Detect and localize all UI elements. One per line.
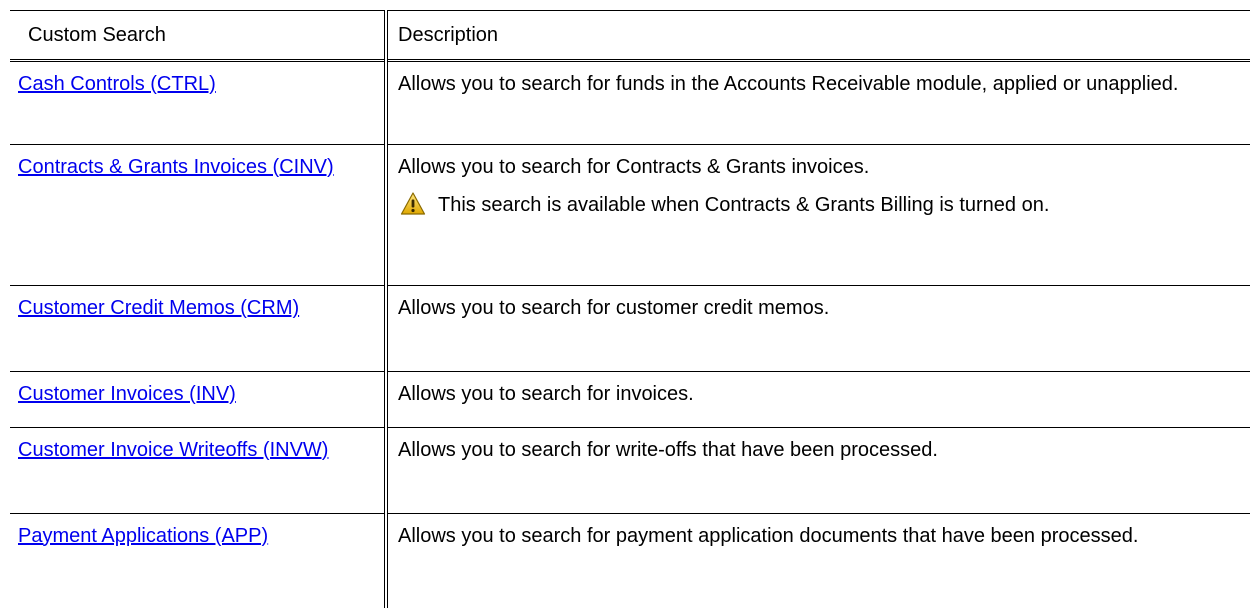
description-text: Allows you to search for invoices. (398, 383, 694, 406)
search-cell: Customer Credit Memos (CRM) (10, 285, 388, 373)
description-text: Allows you to search for payment applica… (398, 524, 1139, 547)
description-cell: Allows you to search for funds in the Ac… (386, 60, 1250, 145)
description-cell: Allows you to search for invoices. (386, 371, 1250, 428)
search-cell: Cash Controls (CTRL) (10, 60, 388, 145)
customer-invoices-link[interactable]: Customer Invoices (INV) (18, 383, 236, 405)
description-text: Allows you to search for Contracts & Gra… (398, 155, 870, 178)
search-cell: Payment Applications (APP) (10, 513, 388, 608)
payment-applications-link[interactable]: Payment Applications (APP) (18, 525, 268, 547)
document-page: { "table": { "headers": { "custom_search… (0, 0, 1258, 609)
header-custom-search: Custom Search (10, 10, 388, 62)
description-text: Allows you to search for funds in the Ac… (398, 73, 1179, 95)
table-row: Customer Credit Memos (CRM) Allows you t… (10, 285, 1250, 373)
table-row: Cash Controls (CTRL) Allows you to searc… (10, 60, 1250, 145)
description-cell: Allows you to search for Contracts & Gra… (386, 144, 1250, 287)
customer-credit-memos-link[interactable]: Customer Credit Memos (CRM) (18, 297, 299, 319)
search-cell: Customer Invoices (INV) (10, 371, 388, 428)
description-cell: Allows you to search for payment applica… (386, 513, 1250, 608)
description-cell: Allows you to search for customer credit… (386, 285, 1250, 373)
table-row: Customer Invoice Writeoffs (INVW) Allows… (10, 427, 1250, 514)
custom-search-table: Custom Search Description Cash Controls … (10, 10, 1250, 608)
cash-controls-link[interactable]: Cash Controls (CTRL) (18, 73, 216, 95)
note-text: This search is available when Contracts … (438, 193, 1050, 216)
description-text: Allows you to search for customer credit… (398, 297, 830, 320)
header-description: Description (386, 10, 1250, 62)
customer-invoice-writeoffs-link[interactable]: Customer Invoice Writeoffs (INVW) (18, 439, 328, 461)
table-row: Customer Invoices (INV) Allows you to se… (10, 371, 1250, 428)
description-text: Allows you to search for write-offs that… (398, 438, 938, 461)
table-header-row: Custom Search Description (10, 10, 1250, 62)
table-row: Payment Applications (APP) Allows you to… (10, 513, 1250, 608)
search-cell: Contracts & Grants Invoices (CINV) (10, 144, 388, 287)
availability-note: This search is available when Contracts … (398, 191, 1238, 219)
warning-icon (400, 192, 426, 215)
search-cell: Customer Invoice Writeoffs (INVW) (10, 427, 388, 514)
table-row: Contracts & Grants Invoices (CINV) Allow… (10, 144, 1250, 287)
contracts-grants-invoices-link[interactable]: Contracts & Grants Invoices (CINV) (18, 156, 334, 178)
description-cell: Allows you to search for write-offs that… (386, 427, 1250, 514)
